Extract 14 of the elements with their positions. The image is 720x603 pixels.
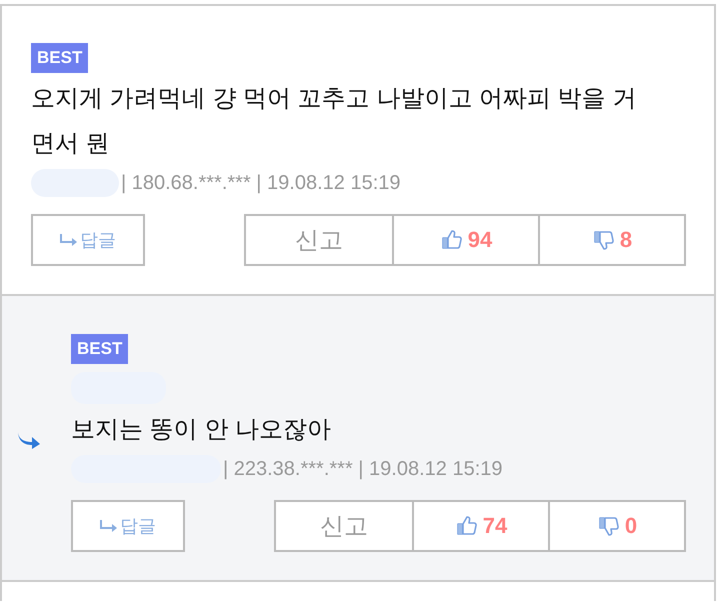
thumbs-down-icon [596,514,621,538]
thumbs-up-icon [440,228,464,252]
comment-text: 보지는 똥이 안 나오잖아 [71,415,332,445]
thumbs-down-icon [592,228,616,252]
best-badge: BEST [71,334,128,364]
reply-button[interactable]: 답글 [71,500,185,552]
best-badge: BEST [31,43,88,73]
comment-text: 오지게 가려먹네 걍 먹어 꼬추고 나발이고 어짜피 박을 거면서 뭔 [31,84,638,159]
reply-arrow-icon [100,520,118,532]
reply-arrow-icon [60,234,78,246]
comment-meta: | 180.68.***.*** | 19.08.12 15:19 [121,172,401,194]
comment-meta: | 223.38.***.*** | 19.08.12 15:19 [223,458,503,480]
reply-button[interactable]: 답글 [31,214,145,266]
thumbs-up-icon [454,514,479,538]
